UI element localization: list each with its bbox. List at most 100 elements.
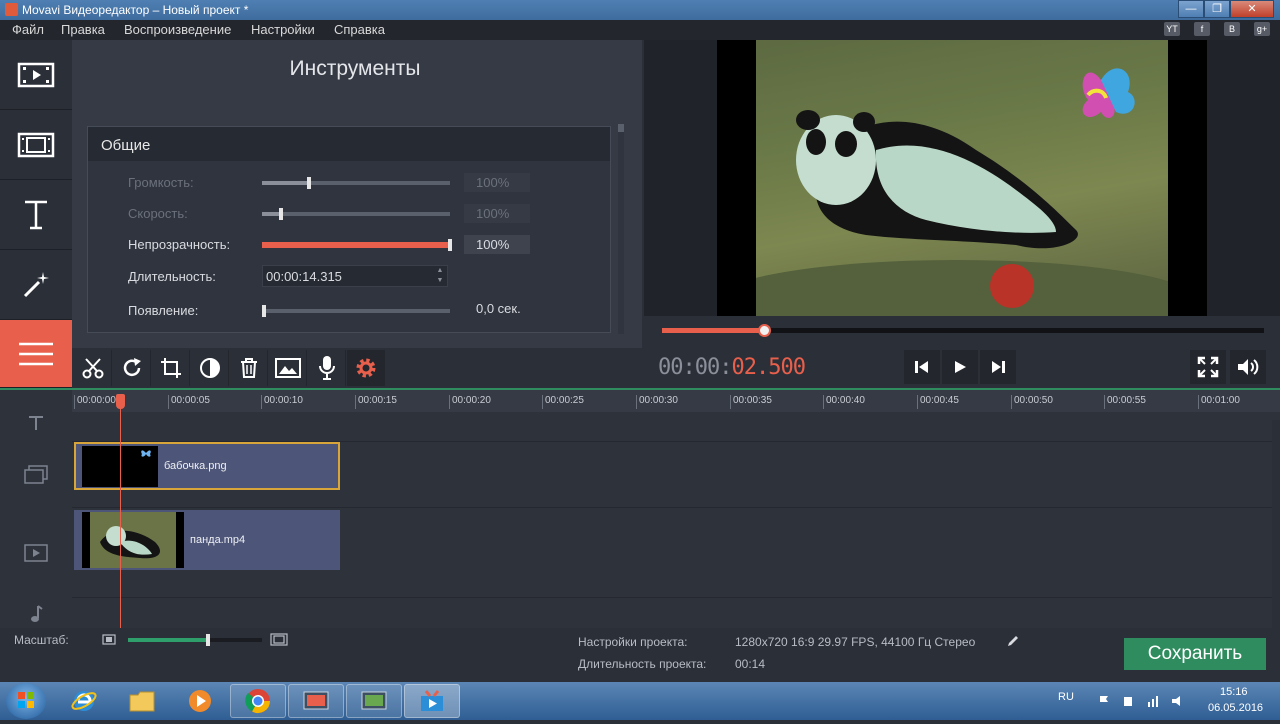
record-voice-button[interactable] bbox=[308, 350, 346, 386]
zoom-slider-knob[interactable] bbox=[206, 634, 211, 646]
project-settings-value: 1280x720 16:9 29.97 FPS, 44100 Гц Стерео bbox=[735, 635, 976, 649]
clock-time[interactable]: 15:16 bbox=[1220, 686, 1248, 698]
edit-pencil-icon[interactable] bbox=[1006, 634, 1020, 648]
taskbar-explorer[interactable] bbox=[114, 684, 170, 718]
vk-icon[interactable]: В bbox=[1224, 22, 1240, 36]
rail-filters-button[interactable] bbox=[0, 110, 72, 180]
rail-more-tools-button[interactable] bbox=[0, 320, 72, 388]
taskbar-movavi-editor[interactable] bbox=[404, 684, 460, 718]
skip-back-icon bbox=[915, 361, 928, 373]
taskbar-movavi-2[interactable] bbox=[346, 684, 402, 718]
menu-edit[interactable]: Правка bbox=[61, 22, 105, 37]
skip-forward-icon bbox=[992, 361, 1005, 373]
seek-bar-row bbox=[644, 316, 1280, 346]
opacity-slider-fill bbox=[262, 242, 450, 248]
menu-playback[interactable]: Воспроизведение bbox=[124, 22, 231, 37]
rail-import-button[interactable] bbox=[0, 40, 72, 110]
overlay-track-icon bbox=[24, 465, 48, 484]
volume-button[interactable] bbox=[1230, 350, 1266, 384]
taskbar-ie[interactable] bbox=[56, 684, 112, 718]
video-clip[interactable]: панда.mp4 bbox=[74, 510, 340, 570]
rotate-button[interactable] bbox=[113, 350, 151, 386]
window-controls: — ❐ ✕ bbox=[1178, 0, 1274, 18]
speaker-icon bbox=[1238, 359, 1259, 375]
fade-in-slider-knob[interactable] bbox=[262, 305, 266, 317]
image-button[interactable] bbox=[269, 350, 307, 386]
delete-button[interactable] bbox=[230, 350, 268, 386]
settings-gear-icon bbox=[356, 358, 375, 378]
rail-transitions-button[interactable] bbox=[0, 250, 72, 320]
googleplus-icon[interactable]: g+ bbox=[1254, 22, 1270, 36]
menu-file[interactable]: Файл bbox=[12, 22, 44, 37]
audio-track[interactable] bbox=[72, 598, 1272, 628]
menu-help[interactable]: Справка bbox=[334, 22, 385, 37]
overlay-clip[interactable]: бабочка.png bbox=[74, 442, 340, 490]
panda-scene bbox=[756, 68, 1168, 316]
overlay-clip-name: бабочка.png bbox=[164, 460, 227, 472]
language-indicator[interactable]: RU bbox=[1058, 691, 1074, 703]
social-links: YT f В g+ bbox=[1164, 22, 1270, 36]
audio-track-header bbox=[0, 600, 72, 628]
fullscreen-button[interactable] bbox=[1190, 350, 1226, 384]
tools-scrollbar[interactable] bbox=[618, 124, 624, 334]
crop-button[interactable] bbox=[152, 350, 190, 386]
zoom-out-icon[interactable] bbox=[102, 634, 116, 645]
video-clip-frame bbox=[90, 512, 176, 568]
minimize-button[interactable]: — bbox=[1178, 0, 1204, 18]
clip-properties-button[interactable] bbox=[347, 350, 385, 386]
timeline-ruler[interactable]: 00:00:00 00:00:05 00:00:10 00:00:15 00:0… bbox=[72, 390, 1280, 412]
speed-value[interactable]: 100% bbox=[464, 204, 530, 223]
start-button[interactable] bbox=[6, 683, 46, 719]
color-adjust-button[interactable] bbox=[191, 350, 229, 386]
image-icon bbox=[274, 358, 301, 378]
tools-scrollbar-thumb[interactable] bbox=[618, 124, 624, 132]
taskbar-media-player[interactable] bbox=[172, 684, 228, 718]
ruler-tick: 00:00:10 bbox=[261, 395, 303, 409]
more-tools-icon bbox=[19, 342, 53, 365]
menu-settings[interactable]: Настройки bbox=[251, 22, 315, 37]
movavi-editor-icon bbox=[421, 690, 443, 711]
clock-date[interactable]: 06.05.2016 bbox=[1208, 702, 1263, 714]
opacity-slider[interactable] bbox=[262, 239, 452, 251]
ruler-tick: 00:00:25 bbox=[542, 395, 584, 409]
duration-field[interactable]: 00:00:14.315 ▲ ▼ bbox=[262, 265, 448, 287]
duration-spinner[interactable]: ▲ ▼ bbox=[433, 266, 447, 286]
volume-slider[interactable] bbox=[262, 177, 450, 189]
titles-track[interactable] bbox=[72, 412, 1272, 442]
opacity-value[interactable]: 100% bbox=[464, 235, 530, 254]
preview-frame bbox=[756, 40, 1168, 316]
opacity-slider-knob[interactable] bbox=[448, 239, 452, 251]
facebook-icon[interactable]: f bbox=[1194, 22, 1210, 36]
taskbar-movavi-1[interactable] bbox=[288, 684, 344, 718]
close-button[interactable]: ✕ bbox=[1230, 0, 1274, 18]
fade-in-value[interactable]: 0,0 сек. bbox=[464, 299, 530, 318]
volume-slider-knob[interactable] bbox=[307, 177, 311, 189]
previous-button[interactable] bbox=[904, 350, 940, 384]
tray-icons bbox=[1100, 696, 1180, 707]
video-track[interactable]: панда.mp4 bbox=[72, 508, 1272, 598]
fade-in-slider[interactable] bbox=[262, 305, 450, 317]
taskbar-chrome[interactable] bbox=[230, 684, 286, 718]
maximize-button[interactable]: ❐ bbox=[1204, 0, 1230, 18]
seek-bar[interactable] bbox=[662, 324, 1264, 337]
timeline-scrollbar[interactable] bbox=[1272, 420, 1280, 628]
zoom-in-icon[interactable] bbox=[270, 633, 288, 646]
ruler-tick: 00:00:15 bbox=[355, 395, 397, 409]
windows-logo-icon bbox=[18, 692, 34, 708]
speed-slider-knob[interactable] bbox=[278, 208, 283, 220]
speed-slider[interactable] bbox=[262, 208, 450, 220]
seek-bar-knob[interactable] bbox=[758, 324, 772, 337]
rotate-icon bbox=[123, 358, 141, 377]
next-button[interactable] bbox=[980, 350, 1016, 384]
volume-value[interactable]: 100% bbox=[464, 173, 530, 192]
media-player-icon bbox=[189, 690, 211, 712]
cut-button[interactable] bbox=[74, 350, 112, 386]
youtube-icon[interactable]: YT bbox=[1164, 22, 1180, 36]
save-button[interactable]: Сохранить bbox=[1124, 638, 1266, 670]
zoom-label: Масштаб: bbox=[14, 633, 69, 647]
rail-titles-button[interactable] bbox=[0, 180, 72, 250]
zoom-slider[interactable] bbox=[128, 634, 262, 646]
play-button[interactable] bbox=[942, 350, 978, 384]
overlay-track[interactable]: бабочка.png bbox=[72, 442, 1272, 508]
video-clip-name: панда.mp4 bbox=[190, 534, 246, 546]
